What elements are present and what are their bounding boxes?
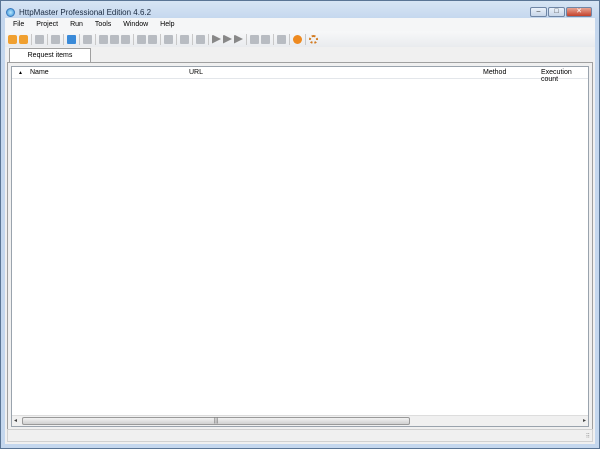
minimize-button[interactable]: –	[530, 7, 547, 17]
parameters-icon[interactable]	[196, 34, 205, 44]
add-item-icon[interactable]	[99, 34, 108, 44]
validation-icon[interactable]	[261, 34, 270, 44]
edit-item-icon[interactable]	[110, 34, 119, 44]
toolbar-separator	[208, 33, 209, 45]
window-title: HttpMaster Professional Edition 4.6.2	[19, 7, 152, 17]
app-window: HttpMaster Professional Edition 4.6.2 – …	[0, 0, 600, 449]
horizontal-scrollbar[interactable]: ◂ ||| ▸	[12, 415, 588, 426]
group-icon[interactable]	[164, 34, 173, 44]
toolbar-separator	[273, 33, 274, 45]
delete-item-icon[interactable]	[121, 34, 130, 44]
menu-run[interactable]: Run	[70, 21, 83, 28]
toolbar-separator	[133, 33, 134, 45]
results-icon[interactable]	[250, 34, 259, 44]
scroll-right-button[interactable]: ▸	[583, 417, 586, 424]
title-bar: HttpMaster Professional Edition 4.6.2	[6, 5, 151, 19]
menu-tools[interactable]: Tools	[95, 21, 111, 28]
toolbar	[5, 31, 595, 47]
resize-grip-icon[interactable]: ⠿	[586, 433, 590, 440]
toolbar-separator	[246, 33, 247, 45]
close-button[interactable]: ✕	[566, 7, 592, 17]
column-url[interactable]: URL	[189, 69, 203, 76]
toolbar-separator	[95, 33, 96, 45]
column-name[interactable]: Name	[30, 69, 49, 76]
app-icon	[6, 7, 15, 17]
menu-window[interactable]: Window	[123, 21, 148, 28]
column-execution-count[interactable]: Execution count	[541, 69, 588, 83]
scroll-left-button[interactable]: ◂	[14, 417, 17, 424]
toolbar-separator	[305, 33, 306, 45]
list-header: ▲ Name URL Method Execution count	[12, 67, 588, 83]
toolbar-separator	[192, 33, 193, 45]
request-items-panel: ▲ Name URL Method Execution count ◂ ||| …	[7, 62, 593, 432]
export-icon[interactable]	[148, 34, 157, 44]
execute-all-icon[interactable]	[223, 34, 232, 44]
toolbar-separator	[176, 33, 177, 45]
import-icon[interactable]	[137, 34, 146, 44]
maximize-button[interactable]: □	[548, 7, 565, 17]
clone-icon[interactable]	[83, 34, 92, 44]
play-circle-icon[interactable]	[293, 34, 302, 44]
column-method[interactable]: Method	[483, 69, 506, 76]
toolbar-separator	[63, 33, 64, 45]
settings-gear-icon[interactable]	[309, 34, 318, 44]
toolbar-separator	[31, 33, 32, 45]
open-project-icon[interactable]	[19, 34, 28, 44]
toolbar-separator	[160, 33, 161, 45]
lock-icon[interactable]	[277, 34, 286, 44]
execute-filter-icon[interactable]	[234, 34, 243, 44]
tab-request-items[interactable]: Request items	[9, 48, 91, 62]
request-list[interactable]: ▲ Name URL Method Execution count ◂ ||| …	[11, 66, 589, 427]
status-bar: ⠿	[7, 429, 593, 442]
save-as-icon[interactable]	[51, 34, 60, 44]
menu-help[interactable]: Help	[160, 21, 174, 28]
menu-file[interactable]: File	[13, 21, 24, 28]
menu-project[interactable]: Project	[36, 21, 58, 28]
save-icon[interactable]	[35, 34, 44, 44]
menu-bar: File Project Run Tools Window Help	[5, 18, 595, 31]
add-request-icon[interactable]	[67, 34, 76, 44]
scrollbar-thumb[interactable]: |||	[22, 417, 410, 425]
execute-icon[interactable]	[212, 34, 221, 44]
run-selected-icon[interactable]	[180, 34, 189, 44]
new-project-icon[interactable]	[8, 34, 17, 44]
sort-indicator-icon[interactable]: ▲	[18, 70, 23, 76]
toolbar-separator	[289, 33, 290, 45]
toolbar-separator	[79, 33, 80, 45]
toolbar-separator	[47, 33, 48, 45]
